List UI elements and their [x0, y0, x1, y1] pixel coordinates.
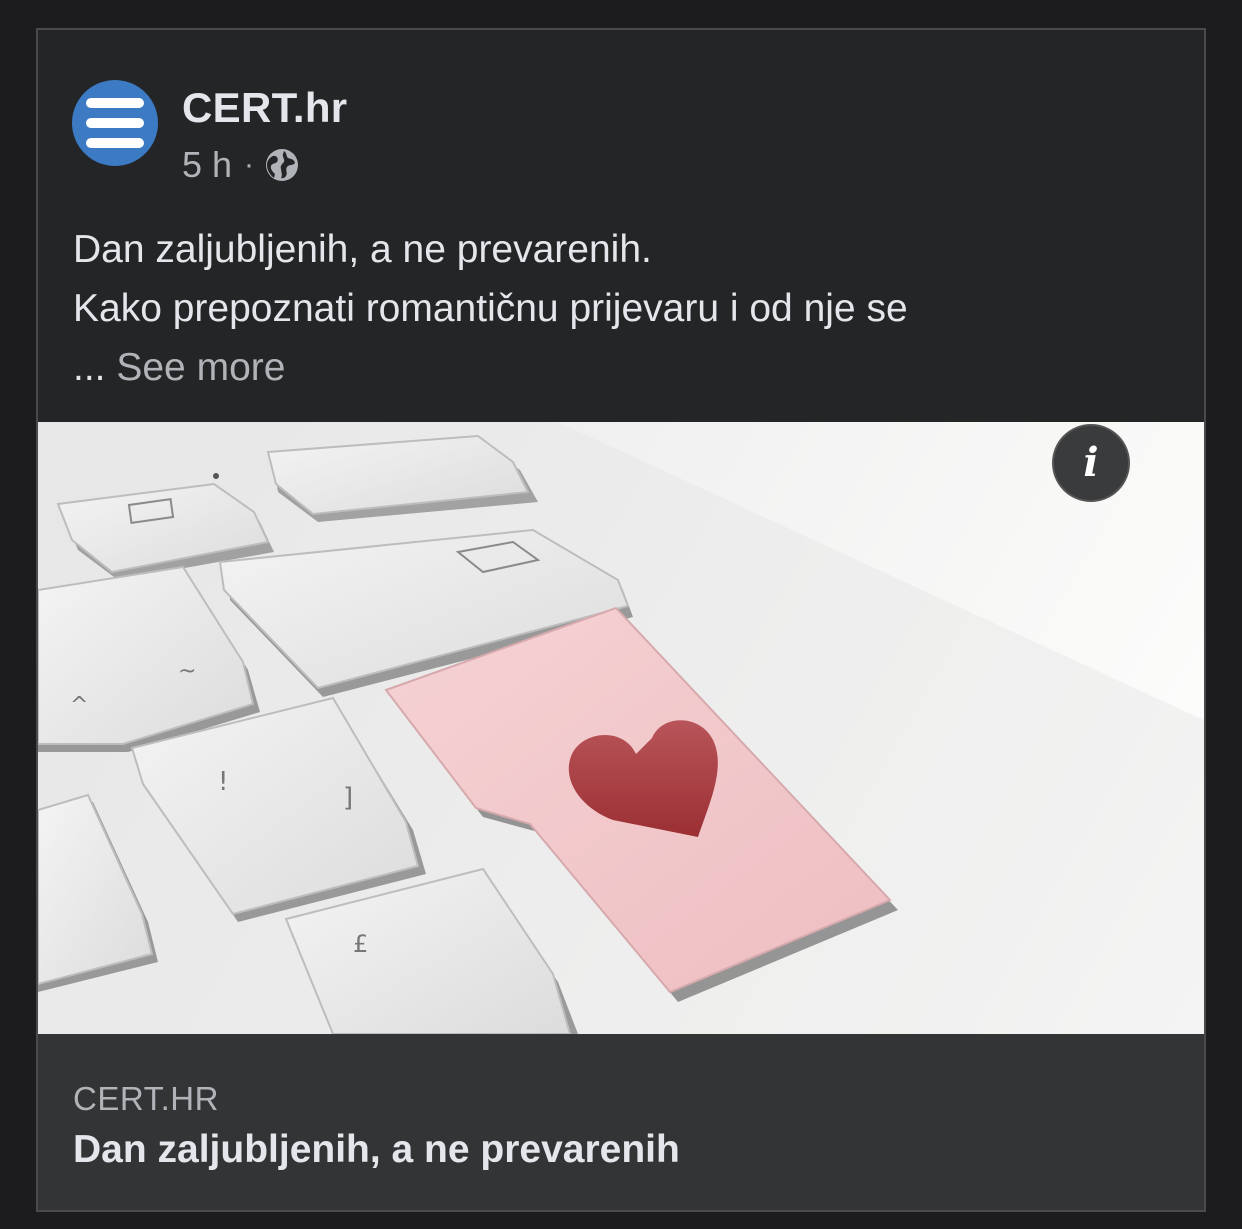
svg-text:]: ]: [343, 783, 353, 813]
svg-text:£: £: [353, 930, 368, 958]
page-name-link[interactable]: CERT.hr: [182, 84, 347, 132]
svg-text:!: !: [218, 767, 228, 797]
keyboard-heart-image: ~ ^ ! ] £: [38, 422, 1204, 1034]
avatar-logo-bar: [86, 138, 144, 148]
post-meta: 5 h ·: [182, 144, 300, 186]
see-more-link[interactable]: See more: [116, 346, 285, 389]
post-card: CERT.hr 5 h · Dan zaljubljenih, a ne pre…: [36, 28, 1206, 1212]
meta-separator: ·: [244, 148, 255, 181]
globe-icon[interactable]: [264, 147, 300, 183]
post-image[interactable]: ~ ^ ! ] £: [38, 422, 1204, 1034]
svg-text:~: ~: [178, 659, 196, 684]
page-avatar[interactable]: [72, 80, 158, 166]
post-timestamp[interactable]: 5 h: [182, 144, 232, 186]
post-text-line: Kako prepoznati romantičnu prijevaru i o…: [73, 287, 908, 330]
ellipsis: ...: [73, 346, 106, 389]
post-text-line: Dan zaljubljenih, a ne prevarenih.: [73, 228, 652, 271]
link-domain: CERT.HR: [73, 1080, 219, 1117]
post-header: CERT.hr 5 h · Dan zaljubljenih, a ne pre…: [38, 30, 1204, 422]
avatar-logo-bar: [86, 118, 144, 128]
link-preview[interactable]: CERT.HR Dan zaljubljenih, a ne prevareni…: [38, 1034, 1204, 1210]
svg-text:^: ^: [70, 693, 88, 718]
post-text: Dan zaljubljenih, a ne prevarenih. Kako …: [73, 220, 908, 397]
info-icon[interactable]: i: [1052, 424, 1130, 502]
link-title[interactable]: Dan zaljubljenih, a ne prevarenih: [73, 1128, 680, 1172]
avatar-logo-bar: [86, 98, 144, 108]
post-text-more-row: ... See more: [73, 338, 908, 397]
